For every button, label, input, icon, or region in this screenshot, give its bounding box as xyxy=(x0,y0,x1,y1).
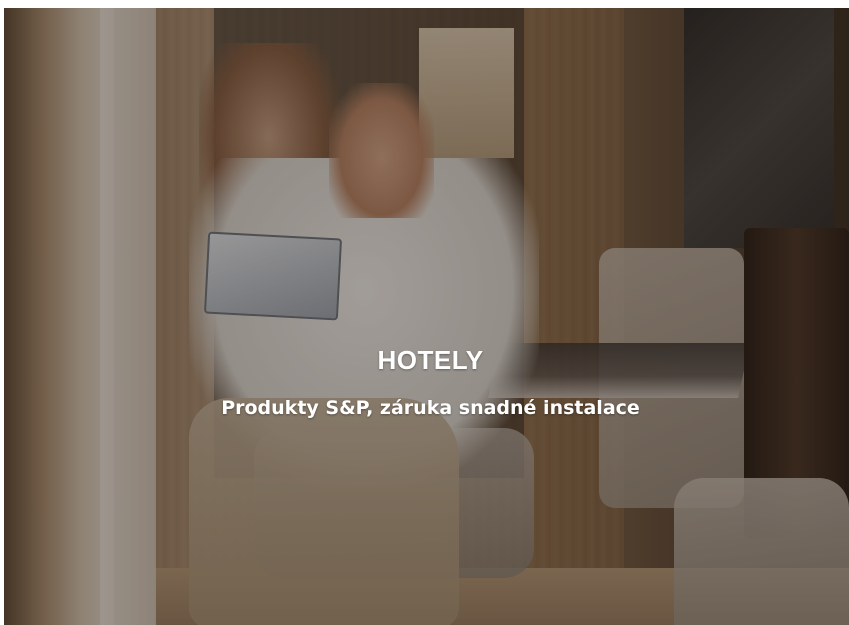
hotel-category-banner[interactable]: HOTELY Produkty S&P, záruka snadné insta… xyxy=(4,8,849,625)
banner-title[interactable]: HOTELY xyxy=(4,345,849,376)
page-frame: HOTELY Produkty S&P, záruka snadné insta… xyxy=(0,0,849,625)
banner-subtitle: Produkty S&P, záruka snadné instalace xyxy=(221,397,640,419)
banner-caption: HOTELY Produkty S&P, záruka snadné insta… xyxy=(4,8,849,625)
